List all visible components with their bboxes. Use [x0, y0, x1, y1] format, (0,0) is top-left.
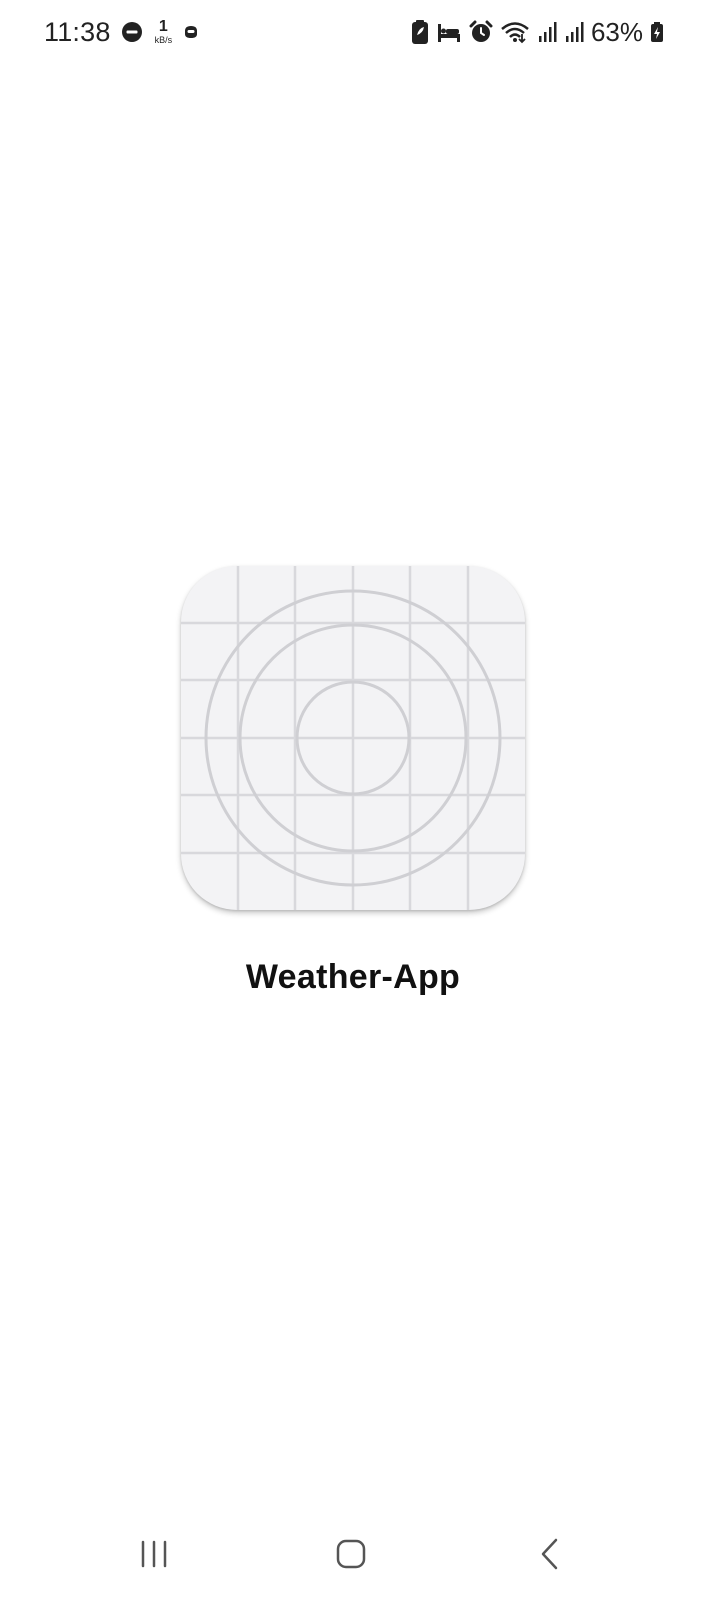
placeholder-app-icon — [181, 566, 525, 910]
signal-sim1-icon — [537, 21, 557, 43]
signal-sim2-icon — [564, 21, 584, 43]
splash-screen: 11:38 1 kB/s 63% Weather-App — [0, 0, 720, 1600]
back-icon — [541, 1538, 558, 1570]
app-name-label: Weather-App — [245, 958, 461, 996]
wifi-icon — [500, 20, 530, 44]
battery-charging-icon — [650, 21, 664, 43]
home-button[interactable] — [321, 1526, 381, 1582]
app-notification-icon — [182, 23, 200, 41]
status-bar-right: 63% — [411, 12, 664, 52]
navigation-bar — [0, 1510, 720, 1600]
status-bar: 11:38 1 kB/s 63% — [0, 0, 720, 64]
recent-apps-icon — [141, 1540, 167, 1568]
battery-percent: 63% — [590, 16, 643, 47]
network-speed-value: 1 — [158, 18, 168, 35]
back-button[interactable] — [520, 1526, 580, 1582]
alarm-icon — [469, 20, 493, 44]
home-icon — [336, 1539, 366, 1569]
status-bar-left: 11:38 1 kB/s — [44, 12, 200, 52]
do-not-disturb-icon — [121, 21, 143, 43]
sleep-mode-icon — [436, 20, 462, 44]
network-speed-unit: kB/s — [154, 35, 173, 45]
status-time: 11:38 — [44, 16, 111, 47]
network-speed-indicator: 1 kB/s — [155, 19, 173, 45]
battery-saver-icon — [411, 19, 429, 45]
recent-apps-button[interactable] — [124, 1526, 184, 1582]
placeholder-grid-graphic — [181, 566, 525, 910]
